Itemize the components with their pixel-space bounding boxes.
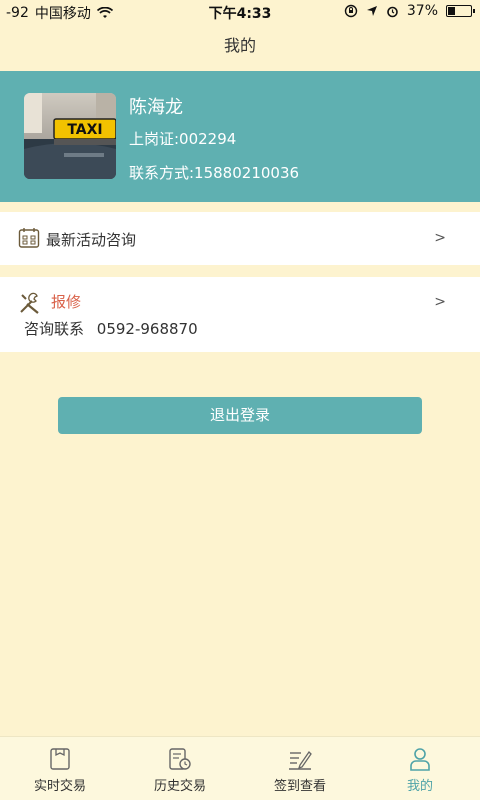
battery-percent: 37% [406,3,438,19]
bottom-tab-bar: 实时交易 历史交易 签到查看 我的 [0,736,480,800]
alarm-icon [387,6,398,17]
tab-label: 签到查看 [273,779,326,794]
chevron-right-icon: > [434,230,446,246]
tab-history-trade[interactable]: 历史交易 [120,737,240,800]
driver-name: 陈海龙 [129,97,183,118]
profile-card: TAXI 陈海龙 上岗证:002294 联系方式:15880210036 [0,71,480,202]
activity-consult-label: 最新活动咨询 [46,231,137,249]
activity-consult-row[interactable]: 最新活动咨询 > [0,212,480,265]
status-bar: -92 中国移动 下午4:33 37% [0,0,480,24]
avatar[interactable]: TAXI [24,93,116,179]
consult-phone[interactable]: 0592-968870 [97,320,198,338]
tab-signin-view[interactable]: 签到查看 [240,737,360,800]
rotation-lock-icon [344,4,358,18]
battery-fill [448,7,455,15]
status-right: 37% [344,3,475,19]
tab-label: 实时交易 [33,779,86,794]
battery-icon [446,5,475,17]
page-title: 我的 [223,36,256,55]
repair-label: 报修 [51,293,82,311]
location-icon [366,6,377,16]
chevron-right-icon: > [434,294,446,310]
consult-label: 咨询联系 [24,320,85,338]
calendar-icon [18,228,40,248]
my-profile-icon [410,748,430,771]
repair-tools-icon [20,292,39,314]
signin-view-icon [289,750,312,770]
realtime-trade-icon [50,748,70,770]
tab-my-profile[interactable]: 我的 [360,737,480,800]
app-screen: -92 中国移动 下午4:33 37% 我的 TAXI 陈海龙 上岗证:0022… [0,0,480,800]
taxi-photo: TAXI [24,93,116,179]
contact-phone: 联系方式:15880210036 [129,164,300,182]
repair-consult-info: 咨询联系 0592-968870 [24,318,206,339]
logout-button[interactable]: 退出登录 [58,397,422,434]
tab-label: 我的 [406,779,433,794]
taxi-sign-text: TAXI [67,122,102,138]
license-number: 上岗证:002294 [129,130,237,148]
tab-label: 历史交易 [153,779,206,794]
tab-realtime-trade[interactable]: 实时交易 [0,737,120,800]
history-trade-icon [169,748,191,770]
repair-row[interactable]: 报修 咨询联系 0592-968870 > [0,277,480,352]
